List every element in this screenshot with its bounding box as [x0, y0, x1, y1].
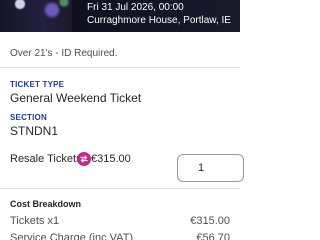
cost-breakdown-title: Cost Breakdown [10, 199, 82, 209]
event-venue: Curraghmore House, Portlaw, IE [87, 15, 231, 26]
event-date-time: Fri 31 Jul 2026, 00:00 [87, 2, 184, 13]
cost-row-label: Service Charge (inc VAT) [10, 232, 134, 240]
cost-row-amount: €315.00 [190, 215, 230, 227]
resale-exchange-icon [77, 152, 91, 166]
event-image [0, 0, 72, 32]
cost-row-tickets: Tickets x1 €315.00 [10, 215, 230, 227]
quantity-stepper[interactable]: 1 [177, 154, 244, 182]
resale-tickets-label: Resale Tickets [10, 153, 82, 165]
cost-row-amount: €56.70 [196, 232, 230, 240]
ticket-type-value: General Weekend Ticket [10, 91, 142, 105]
section-value: STNDN1 [10, 124, 59, 138]
event-header: Fri 31 Jul 2026, 00:00 Curraghmore House… [0, 0, 240, 32]
section-label: SECTION [10, 113, 47, 122]
age-restriction-notice: Over 21's - ID Required. [10, 48, 118, 59]
resale-price: €315.00 [91, 153, 131, 165]
ticket-type-label: TICKET TYPE [10, 80, 65, 89]
divider [0, 67, 240, 68]
divider [0, 188, 240, 189]
cost-row-label: Tickets x1 [10, 215, 60, 227]
quantity-value: 1 [198, 162, 205, 174]
cost-row-service-charge: Service Charge (inc VAT) €56.70 [10, 232, 230, 240]
